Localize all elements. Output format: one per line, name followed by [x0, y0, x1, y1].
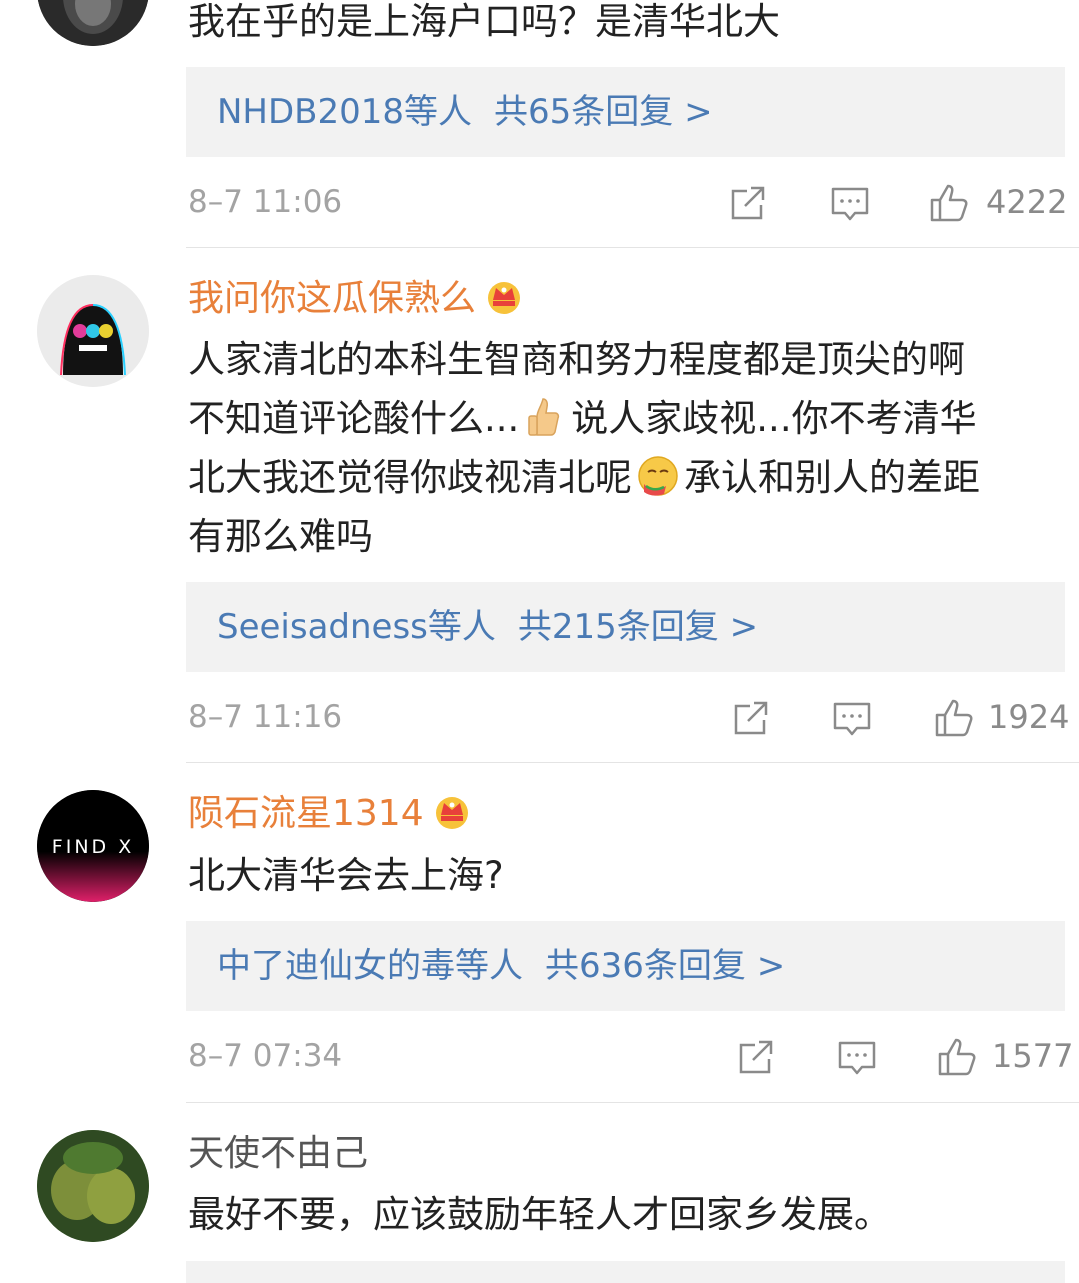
avatar[interactable]	[37, 1130, 149, 1242]
comment-line: 北大我还觉得你歧视清北呢 承认和别人的差距	[188, 448, 1058, 507]
vip-crown-icon	[488, 282, 521, 314]
comment-icon[interactable]	[829, 183, 871, 225]
comment-line: 人家清北的本科生智商和努力程度都是顶尖的啊	[188, 338, 965, 381]
comment-text: 我在乎的是上海户口吗？是清华北大	[188, 0, 780, 43]
comment-fragment: 北大我还觉得你歧视清北呢	[188, 456, 632, 499]
share-icon[interactable]	[735, 1037, 777, 1079]
comment-line: 不知道评论酸什么... 说人家歧视...你不考清华	[188, 389, 1058, 448]
comment-time: 8–7 11:16	[188, 699, 343, 735]
share-icon[interactable]	[727, 183, 769, 225]
divider	[186, 247, 1079, 248]
like-count: 1924	[988, 698, 1070, 736]
like-icon[interactable]	[936, 1036, 978, 1078]
comment-time: 8–7 11:06	[188, 184, 343, 220]
comment-text: 北大清华会去上海?	[188, 854, 504, 897]
like-count: 1577	[992, 1037, 1074, 1075]
comment-text: 人家清北的本科生智商和努力程度都是顶尖的啊 不知道评论酸什么... 说人家歧视..…	[188, 330, 1058, 566]
comment-time: 8–7 07:34	[188, 1038, 343, 1074]
like-icon[interactable]	[933, 697, 975, 739]
username-text[interactable]: 陨石流星1314	[188, 793, 424, 834]
reply-count[interactable]: 共65条回复 >	[494, 92, 713, 132]
replies-box[interactable]	[186, 1261, 1065, 1283]
reply-users[interactable]: NHDB2018等人	[217, 92, 472, 132]
username[interactable]: 我问你这瓜保熟么	[188, 277, 524, 321]
avatar[interactable]	[37, 0, 149, 46]
thinking-melon-emoji-icon	[638, 455, 678, 496]
thumbs-up-emoji-icon	[528, 397, 560, 436]
replies-box[interactable]: NHDB2018等人 共65条回复 >	[186, 67, 1065, 157]
comment-line: 有那么难吗	[188, 515, 373, 558]
comment-fragment: 承认和别人的差距	[684, 456, 980, 499]
avatar-brand-text: FIND X	[52, 836, 134, 858]
like-count: 4222	[986, 183, 1068, 221]
vip-crown-icon	[435, 797, 468, 829]
reply-users[interactable]: Seeisadness等人	[217, 607, 496, 647]
replies-box[interactable]: Seeisadness等人 共215条回复 >	[186, 582, 1065, 672]
comment-icon[interactable]	[836, 1037, 878, 1079]
reply-count[interactable]: 共215条回复 >	[518, 607, 758, 647]
share-icon[interactable]	[730, 698, 772, 740]
replies-box[interactable]: 中了迪仙女的毒等人 共636条回复 >	[186, 921, 1065, 1011]
username[interactable]: 天使不由己	[188, 1132, 368, 1176]
reply-users[interactable]: 中了迪仙女的毒等人	[217, 946, 523, 986]
comment-fragment: 说人家歧视...你不考清华	[571, 397, 977, 440]
comment-text: 最好不要，应该鼓励年轻人才回家乡发展。	[188, 1193, 891, 1236]
username[interactable]: 陨石流星1314	[188, 792, 472, 836]
like-icon[interactable]	[928, 182, 970, 224]
reply-count[interactable]: 共636条回复 >	[545, 946, 785, 986]
divider	[186, 762, 1079, 763]
comment-icon[interactable]	[831, 698, 873, 740]
comment-fragment: 不知道评论酸什么...	[188, 397, 520, 440]
avatar[interactable]: FIND X	[37, 790, 149, 902]
avatar[interactable]	[37, 275, 149, 387]
divider	[186, 1102, 1079, 1103]
username-text[interactable]: 我问你这瓜保熟么	[188, 278, 476, 319]
